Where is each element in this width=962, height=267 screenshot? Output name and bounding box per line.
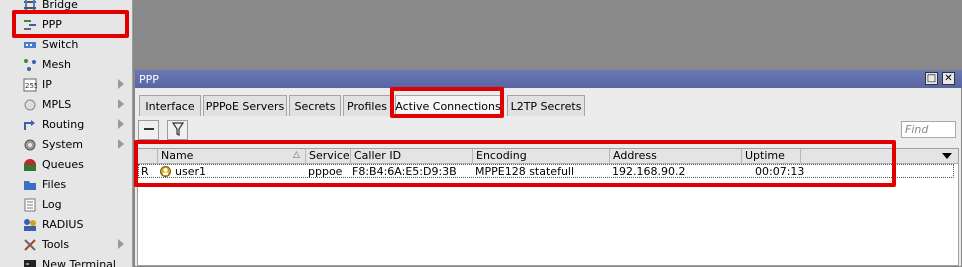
row-service: pppoe: [308, 165, 343, 178]
sidebar-item-new-terminal[interactable]: New Terminal: [0, 255, 133, 267]
tab-active-connections[interactable]: Active Connections: [395, 95, 501, 117]
tools-icon: [23, 238, 37, 252]
restore-icon: □: [926, 72, 937, 84]
row-name: user1: [175, 165, 206, 178]
sidebar-item-bridge[interactable]: Bridge: [0, 0, 133, 15]
terminal-icon: [23, 258, 37, 267]
close-button[interactable]: ✕: [942, 72, 955, 85]
routing-icon: [23, 118, 37, 132]
sidebar-item-tools[interactable]: Tools: [0, 235, 133, 255]
window-title: PPP: [139, 73, 159, 86]
desktop-background: [134, 0, 962, 70]
submenu-arrow-icon: [118, 119, 124, 129]
mpls-icon: [23, 98, 37, 112]
row-encoding: MPPE128 statefull: [475, 165, 575, 178]
column-label: Name: [161, 149, 194, 162]
sidebar-item-queues[interactable]: Queues: [0, 155, 133, 175]
sidebar-item-label: IP: [42, 78, 52, 91]
find-input[interactable]: Find: [901, 121, 956, 138]
bridge-icon: [23, 0, 37, 12]
submenu-arrow-icon: [118, 99, 124, 109]
radius-icon: [23, 218, 37, 232]
tab-interface[interactable]: Interface: [139, 95, 201, 116]
mesh-icon: [23, 58, 37, 72]
column-uptime[interactable]: Uptime: [742, 149, 801, 164]
close-icon: ✕: [944, 72, 953, 84]
tab-pppoe-servers[interactable]: PPPoE Servers: [203, 95, 287, 116]
sort-asc-icon: △: [293, 150, 300, 160]
row-flag: R: [141, 165, 149, 178]
row-caller-id: F8:B4:6A:E5:D9:3B: [352, 165, 457, 178]
sidebar-item-ppp[interactable]: PPP: [0, 15, 133, 35]
submenu-arrow-icon: [118, 139, 124, 149]
sidebar-menu: Bridge PPP Switch Mesh 255 IP MPLS Routi…: [0, 0, 133, 267]
column-flag[interactable]: [138, 149, 158, 164]
tab-profiles[interactable]: Profiles: [343, 95, 391, 116]
switch-icon: [23, 38, 37, 52]
columns-dropdown-icon[interactable]: [942, 153, 952, 159]
sidebar-item-routing[interactable]: Routing: [0, 115, 133, 135]
window-titlebar[interactable]: PPP □ ✕: [135, 70, 962, 88]
tab-l2tp-secrets[interactable]: L2TP Secrets: [507, 95, 585, 116]
sidebar-item-mpls[interactable]: MPLS: [0, 95, 133, 115]
sidebar-item-label: Files: [42, 178, 67, 191]
filter-icon: [171, 121, 184, 139]
remove-button[interactable]: [138, 120, 159, 140]
column-encoding[interactable]: Encoding: [473, 149, 610, 164]
restore-button[interactable]: □: [925, 72, 938, 85]
filter-button[interactable]: [167, 120, 188, 140]
submenu-arrow-icon: [118, 239, 124, 249]
sidebar-item-label: MPLS: [42, 98, 72, 111]
sidebar-item-label: PPP: [42, 18, 62, 31]
minus-icon: [143, 123, 155, 138]
sidebar-item-label: Routing: [42, 118, 85, 131]
sidebar-item-label: System: [42, 138, 84, 151]
user-icon: [160, 166, 171, 177]
sidebar-item-label: Tools: [42, 238, 70, 251]
row-uptime: 00:07:13: [755, 165, 805, 178]
sidebar-item-label: RADIUS: [42, 218, 84, 231]
tab-secrets[interactable]: Secrets: [289, 95, 341, 116]
table-header: Name △ Service Caller ID Encoding Addres…: [138, 149, 958, 164]
connections-table: Name △ Service Caller ID Encoding Addres…: [137, 148, 959, 266]
ppp-window: PPP □ ✕ Interface PPPoE Servers Secrets …: [134, 69, 962, 267]
sidebar-item-label: Bridge: [42, 0, 78, 11]
row-address: 192.168.90.2: [612, 165, 686, 178]
ip-icon: 255: [23, 78, 37, 92]
sidebar-item-mesh[interactable]: Mesh: [0, 55, 133, 75]
column-name[interactable]: Name △: [158, 149, 306, 164]
sidebar-item-label: New Terminal: [42, 258, 116, 267]
sidebar-item-label: Mesh: [42, 58, 71, 71]
sidebar-item-log[interactable]: Log: [0, 195, 133, 215]
svg-text:255: 255: [25, 82, 37, 90]
table-row[interactable]: R user1 pppoe F8:B4:6A:E5:D9:3B MPPE128 …: [138, 164, 954, 178]
folder-icon: [23, 178, 37, 192]
ppp-icon: [23, 18, 37, 32]
log-icon: [23, 198, 37, 212]
sidebar-item-label: Queues: [42, 158, 84, 171]
queues-icon: [23, 158, 37, 172]
sidebar-item-label: Switch: [42, 38, 79, 51]
toolbar: Find: [138, 120, 958, 142]
submenu-arrow-icon: [118, 79, 124, 89]
sidebar-item-switch[interactable]: Switch: [0, 35, 133, 55]
sidebar-item-ip[interactable]: 255 IP: [0, 75, 133, 95]
sidebar-item-system[interactable]: System: [0, 135, 133, 155]
column-caller-id[interactable]: Caller ID: [351, 149, 473, 164]
column-address[interactable]: Address: [610, 149, 742, 164]
column-service[interactable]: Service: [306, 149, 351, 164]
system-icon: [23, 138, 37, 152]
sidebar-item-radius[interactable]: RADIUS: [0, 215, 133, 235]
sidebar-item-label: Log: [42, 198, 62, 211]
sidebar-item-files[interactable]: Files: [0, 175, 133, 195]
